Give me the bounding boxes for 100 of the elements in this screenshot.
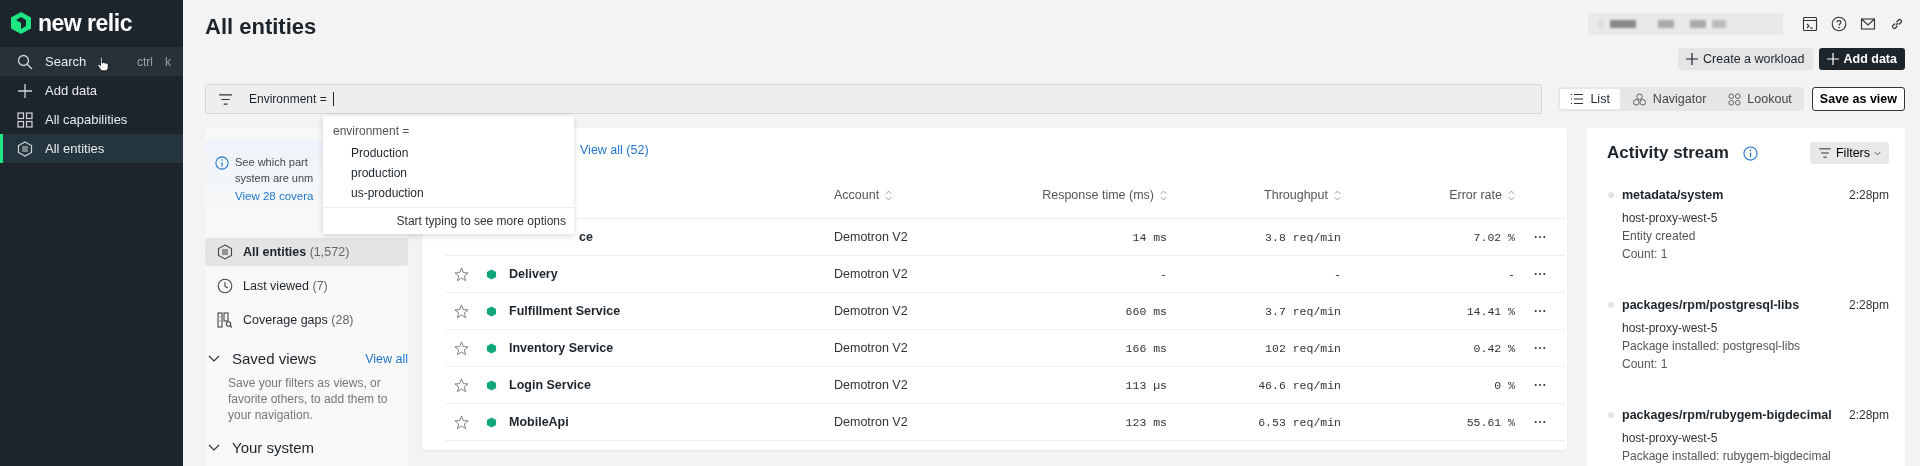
entity-name[interactable]: Inventory Service [505,341,834,355]
entity-name[interactable]: ce [505,230,834,244]
entity-name[interactable]: MobileApi [505,415,834,429]
status-icon [485,416,497,428]
table-cell-text: 46.6 req/min [1257,378,1341,392]
event-title[interactable]: packages/rpm/postgresql-libs [1622,298,1800,312]
table-cell-text: 7.02 % [1472,230,1515,244]
table-cell-text: Demotron V2 [834,230,909,244]
filter-icon [218,93,233,105]
event-detail: host-proxy-west-5 [1622,430,1719,447]
view-tab[interactable]: Navigator [1621,89,1717,109]
help-icon[interactable] [1831,15,1847,32]
circles-icon [1728,92,1742,106]
shortcut-key: k [165,54,171,69]
view-all-link[interactable]: View all [365,351,408,366]
action-button[interactable]: Create a workload [1678,48,1813,70]
view-all-link[interactable]: View all (52) [580,143,649,157]
clock-icon [217,278,233,294]
more-icon[interactable] [1534,235,1546,239]
info-icon [215,156,229,170]
entity-nav-item[interactable]: All entities (1,572) [205,238,408,266]
table-cell-text: - [1159,267,1167,281]
column-header[interactable]: Throughput [1167,188,1341,202]
account-switcher[interactable] [1588,12,1783,35]
filter-icon [1817,148,1832,158]
entity-nav-item[interactable]: Last viewed (7) [205,272,408,300]
status-icon [485,268,497,280]
star-icon[interactable] [453,303,469,319]
logo-text: new relic [38,9,132,37]
dropdown-hint: Start typing to see more options [396,214,566,228]
saved-views-description: Save your filters as views, or favorite others, to add them to your navigation. [228,375,389,423]
star-icon[interactable] [453,377,469,393]
status-icon [485,379,497,391]
column-header[interactable]: Account [834,188,1034,202]
event-time: 2:28pm [1848,188,1889,202]
more-icon[interactable] [1534,383,1546,387]
filters-button[interactable]: Filters [1809,142,1889,164]
table-cell-text: Demotron V2 [834,267,909,281]
list-icon [1570,93,1585,105]
more-icon[interactable] [1534,420,1546,424]
event-detail: Package installed: rubygem-bigdecimal [1622,448,1832,465]
table-cell-text: 0.42 % [1472,341,1515,355]
table-cell-text: 0 % [1493,378,1515,392]
entity-name[interactable]: Delivery [505,267,834,281]
activity-title: Activity stream [1607,143,1729,163]
entity-name[interactable]: Login Service [505,378,834,392]
plus-icon [1686,53,1699,65]
search-icon [17,53,33,70]
star-icon[interactable] [453,414,469,430]
star-icon[interactable] [453,340,469,356]
column-header[interactable]: Response time (ms) [1034,188,1167,202]
save-view-button[interactable]: Save as view [1811,87,1905,111]
sidebar-item[interactable]: All entities [0,134,183,163]
grid-icon [17,111,33,128]
event-detail: host-proxy-west-5 [1622,320,1719,337]
sidebar-item[interactable]: All capabilities [0,105,183,134]
entity-name[interactable]: Fulfillment Service [505,304,834,318]
event-time: 2:28pm [1848,298,1889,312]
mail-icon[interactable] [1860,15,1876,32]
event-title[interactable]: packages/rpm/rubygem-bigdecimal [1622,408,1832,422]
dropdown-option[interactable]: Production [323,143,574,163]
table-cell-text: 14.41 % [1465,304,1515,318]
section-title: Your system [232,439,314,456]
event-detail: host-proxy-west-5 [1622,210,1719,227]
more-icon[interactable] [1534,272,1546,276]
dropdown-option[interactable]: production [323,163,574,183]
event-title[interactable]: metadata/system [1622,188,1724,202]
entities-icon [17,140,33,157]
event-time: 2:28pm [1848,408,1889,422]
filter-field[interactable]: Environment = [205,84,1543,114]
sidebar-item[interactable]: Add data [0,76,183,105]
dropdown-heading: environment = [332,123,411,140]
sidebar-item[interactable]: Search ctrl k [0,47,183,76]
table-cell-text: - [1507,267,1515,281]
plus-icon [1826,53,1839,65]
coverage-link[interactable]: View 28 covera [235,188,314,204]
column-header[interactable]: Error rate [1341,188,1515,202]
event-detail: Package installed: postgresql-libs [1622,338,1802,355]
plus-icon [17,82,33,99]
event-detail: Entity created [1622,228,1697,245]
dropdown-option[interactable]: us-production [323,183,574,203]
more-icon[interactable] [1534,309,1546,313]
event-detail: Count: 1 [1622,356,1669,373]
status-icon [485,305,497,317]
terminal-icon[interactable] [1802,15,1818,32]
status-icon [485,342,497,354]
view-tab[interactable]: Lookout [1718,89,1802,109]
notice-text: See which part [235,155,308,170]
shortcut-key: ctrl [137,54,153,69]
star-icon[interactable] [453,266,469,282]
entities-icon [217,244,233,260]
logo-icon [10,11,32,35]
chevron-icon[interactable] [208,354,220,363]
more-icon[interactable] [1534,346,1546,350]
chevron-icon[interactable] [208,443,220,452]
info-icon[interactable] [1742,145,1758,161]
view-tab[interactable]: List [1560,89,1620,109]
entity-nav-item[interactable]: Coverage gaps (28) [205,306,408,334]
table-cell-text: 3.7 req/min [1264,304,1341,318]
action-button[interactable]: Add data [1818,48,1905,70]
